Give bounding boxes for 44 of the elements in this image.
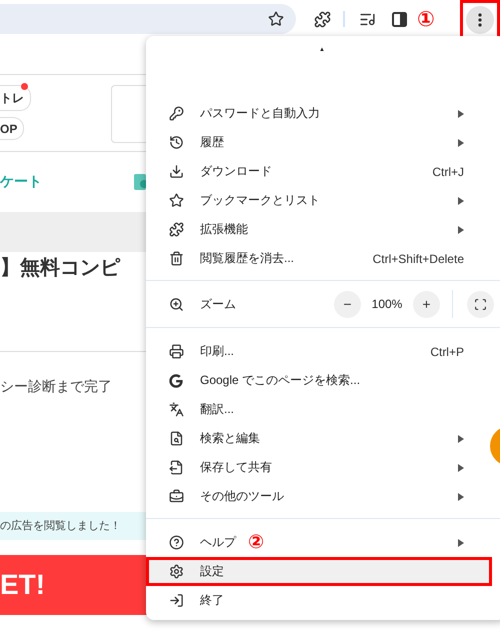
menu-item[interactable]: ダウンロード Ctrl+J: [146, 157, 492, 186]
menu-item[interactable]: 履歴: [146, 128, 492, 157]
tag-pill[interactable]: OP: [0, 117, 24, 140]
menu-item[interactable]: 終了: [146, 586, 492, 615]
menu-item-label: その他のツール: [200, 488, 284, 505]
notice-bar: の広告を閲覧しました！: [0, 512, 146, 540]
shortcut-text: Ctrl+Shift+Delete: [372, 252, 464, 266]
menu-item[interactable]: Google でこのページを検索...: [146, 366, 492, 395]
menu-item-label: 終了: [200, 592, 224, 609]
menu-item-label: 拡張機能: [200, 221, 248, 238]
menu-item-label: 印刷...: [200, 343, 234, 360]
step-marker: ①: [417, 8, 435, 30]
menu-item[interactable]: パスワードと自動入力: [146, 99, 492, 128]
menu-item-label: Google でこのページを検索...: [200, 372, 360, 389]
menu-item-label: ズーム: [200, 296, 236, 312]
menu-item-label: 翻訳...: [200, 401, 234, 418]
menu-item-label: 設定: [200, 563, 224, 580]
menu-item[interactable]: 設定: [146, 557, 492, 586]
menu-item[interactable]: ブックマークとリスト: [146, 186, 492, 215]
menu-item[interactable]: 印刷... Ctrl+P: [146, 337, 492, 366]
menu-item-label: 履歴: [200, 134, 224, 151]
step-marker: ②: [248, 533, 264, 552]
article-heading: 】無料コンピ: [0, 256, 120, 281]
menu-item[interactable]: 保存して共有: [146, 453, 492, 482]
zoom-out-button[interactable]: −: [334, 290, 361, 318]
tag-pill[interactable]: トレ: [0, 85, 31, 111]
zoom-level: 100%: [370, 297, 404, 311]
menu-item-label: 検索と編集: [200, 430, 260, 447]
shortcut-text: Ctrl+P: [430, 344, 464, 358]
menu-item[interactable]: 拡張機能: [146, 215, 492, 244]
progress-text: シー診断まで完了: [0, 378, 112, 396]
menu-item-label: ダウンロード: [200, 163, 272, 180]
menu-item-label: ブックマークとリスト: [200, 192, 320, 209]
zoom-in-button[interactable]: +: [413, 290, 440, 318]
menu-item[interactable]: その他のツール: [146, 482, 492, 511]
menu-item-label: 閲覧履歴を消去...: [200, 250, 294, 267]
menu-item[interactable]: 翻訳...: [146, 395, 492, 424]
menu-item[interactable]: 検索と編集: [146, 424, 492, 453]
shortcut-text: Ctrl+J: [432, 164, 464, 178]
menu-item[interactable]: 閲覧履歴を消去... Ctrl+Shift+Delete: [146, 244, 492, 273]
menu-item-label: 保存して共有: [200, 459, 272, 476]
menu-item[interactable]: ヘルプ ②: [146, 528, 492, 557]
menu-item-label: パスワードと自動入力: [200, 105, 320, 122]
menu-item-label: ヘルプ: [200, 534, 236, 551]
